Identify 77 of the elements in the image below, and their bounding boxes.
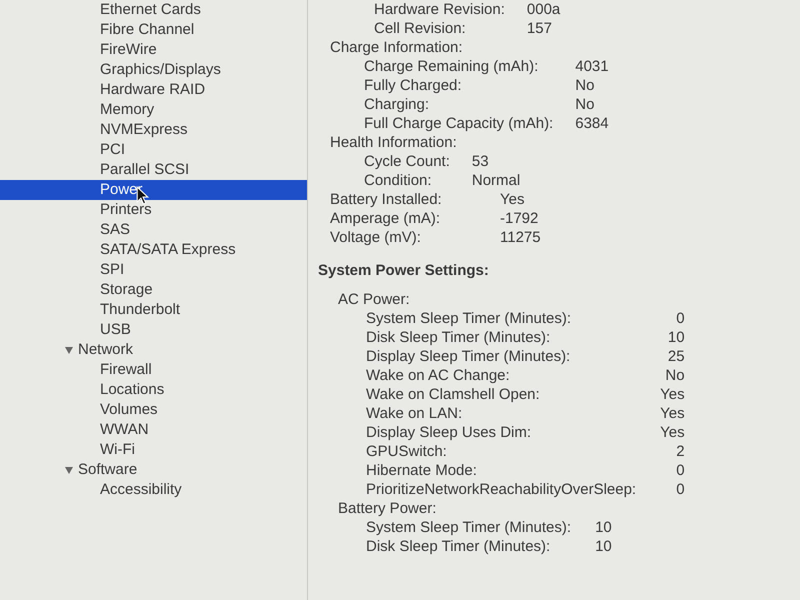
sidebar-item[interactable]: SPI	[0, 260, 307, 280]
sidebar-item[interactable]: Fibre Channel	[0, 20, 307, 40]
sidebar-item[interactable]: Volumes	[0, 400, 307, 420]
sidebar-item[interactable]: Firewall	[0, 360, 307, 380]
disclosure-triangle-icon[interactable]	[64, 465, 74, 475]
field-value: 0	[675, 480, 685, 499]
field-label: Display Sleep Timer (Minutes):	[366, 347, 572, 366]
field-value: 4031	[575, 57, 609, 76]
field-value: 53	[472, 152, 490, 171]
field-label: Full Charge Capacity (mAh):	[364, 114, 554, 133]
field-value: Yes	[660, 404, 685, 423]
field-label: Hardware Revision:	[374, 0, 505, 19]
field-value: 2	[675, 442, 685, 461]
field-label: Hibernate Mode:	[366, 461, 478, 480]
field-label: Disk Sleep Timer (Minutes):	[366, 537, 552, 556]
field-label: Cycle Count:	[364, 152, 450, 171]
section-heading: System Power Settings:	[318, 261, 490, 280]
sidebar-item[interactable]: Printers	[0, 200, 307, 220]
field-value: No	[575, 76, 596, 95]
sidebar-item[interactable]: Memory	[0, 100, 307, 120]
field-label: PrioritizeNetworkReachabilityOverSleep:	[366, 480, 636, 499]
field-value: 000a	[526, 0, 560, 19]
sidebar-item[interactable]: Storage	[0, 280, 307, 300]
field-label: Charging:	[364, 95, 430, 114]
sidebar-item[interactable]: Hardware RAID	[0, 80, 307, 100]
sidebar-group[interactable]: Network	[78, 340, 134, 360]
field-label: Voltage (mV):	[330, 228, 422, 247]
sidebar-item[interactable]: SATA/SATA Express	[0, 240, 307, 260]
field-value: 10	[595, 518, 612, 537]
field-value: 25	[666, 347, 685, 366]
field-label: Amperage (mA):	[330, 209, 442, 228]
field-value: No	[575, 95, 596, 114]
field-value: 11275	[500, 228, 542, 247]
field-value: 10	[595, 537, 612, 556]
sidebar-item[interactable]: Ethernet Cards	[0, 0, 307, 20]
field-value: Yes	[660, 423, 685, 442]
field-label: Disk Sleep Timer (Minutes):	[366, 328, 552, 347]
section-label: AC Power:	[337, 290, 411, 309]
field-value: 157	[526, 19, 553, 38]
sidebar-item[interactable]: Locations	[0, 380, 307, 400]
sidebar-item[interactable]: WWAN	[0, 420, 307, 440]
field-label: Battery Installed:	[330, 190, 443, 209]
field-value: Yes	[660, 385, 685, 404]
field-value: 0	[675, 309, 685, 328]
sidebar-group[interactable]: Software	[78, 460, 138, 480]
field-value: No	[664, 366, 685, 385]
sidebar-item[interactable]: SAS	[0, 220, 307, 240]
field-label: Wake on Clamshell Open:	[366, 385, 541, 404]
sidebar-item[interactable]: Wi-Fi	[0, 440, 307, 460]
field-value: 10	[666, 328, 685, 347]
field-label: System Sleep Timer (Minutes):	[366, 518, 572, 537]
field-label: Charge Remaining (mAh):	[364, 57, 540, 76]
field-label: Display Sleep Uses Dim:	[366, 423, 532, 442]
section-label: Battery Power:	[337, 499, 438, 518]
sidebar-item[interactable]: PCI	[0, 140, 307, 160]
section-label: Charge Information:	[330, 38, 464, 57]
field-label: Wake on LAN:	[366, 404, 464, 423]
sidebar-item[interactable]: Accessibility	[0, 480, 307, 500]
section-label: Health Information:	[330, 133, 458, 152]
field-label: Wake on AC Change:	[366, 366, 511, 385]
sidebar-item[interactable]: Thunderbolt	[0, 300, 307, 320]
sidebar-item[interactable]: Graphics/Displays	[0, 60, 307, 80]
disclosure-triangle-icon[interactable]	[64, 345, 74, 355]
field-value: 0	[675, 461, 685, 480]
field-value: -1792	[500, 209, 540, 228]
field-value: Yes	[500, 190, 526, 209]
sidebar-item[interactable]: USB	[0, 320, 307, 340]
field-label: System Sleep Timer (Minutes):	[366, 309, 572, 328]
sidebar-item[interactable]: FireWire	[0, 40, 307, 60]
field-value: 6384	[575, 114, 609, 133]
field-label: GPUSwitch:	[366, 442, 448, 461]
field-label: Cell Revision:	[374, 19, 467, 38]
field-label: Condition:	[364, 171, 433, 190]
sidebar-item[interactable]: NVMExpress	[0, 120, 307, 140]
field-label: Fully Charged:	[364, 76, 463, 95]
sidebar-item[interactable]: Parallel SCSI	[0, 160, 307, 180]
field-value: Normal	[472, 171, 520, 190]
